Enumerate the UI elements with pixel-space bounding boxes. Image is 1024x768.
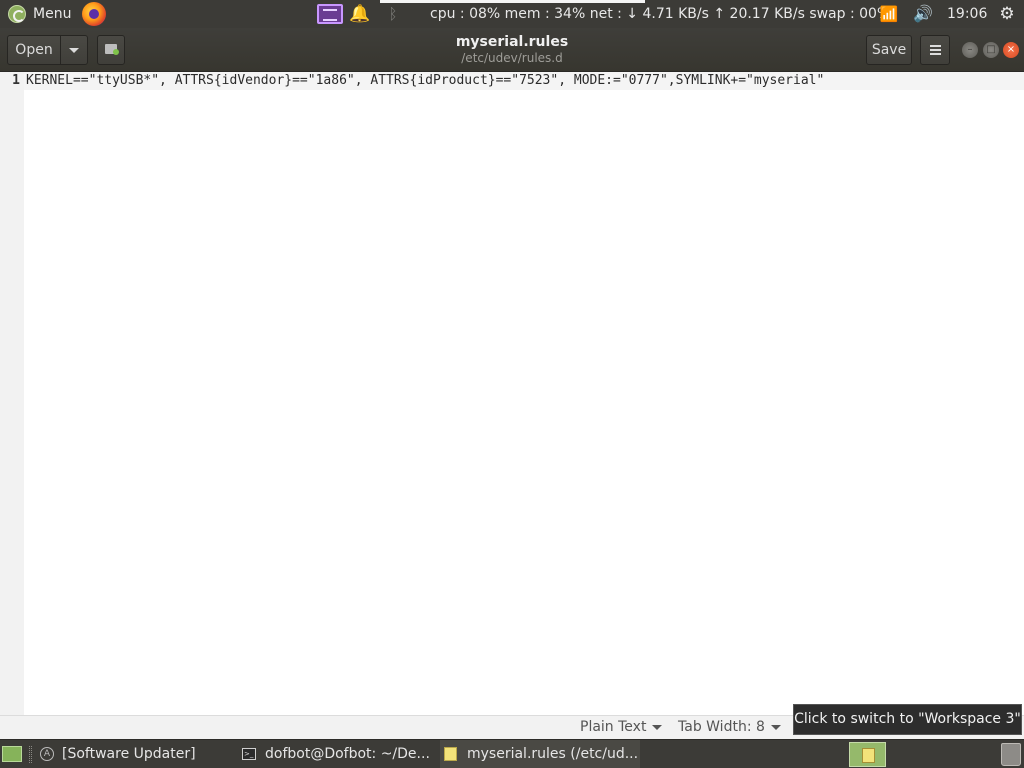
text-editor-view[interactable]: 1 KERNEL=="ttyUSB*", ATTRS{idVendor}=="1… xyxy=(0,72,1024,715)
clock[interactable]: 19:06 xyxy=(947,0,987,28)
taskbar-item-software-updater[interactable]: [Software Updater] xyxy=(62,740,232,768)
hamburger-menu-icon xyxy=(930,45,941,55)
line-number-gutter: 1 xyxy=(0,72,24,715)
language-selector[interactable]: Plain Text xyxy=(580,716,663,739)
taskbar-item-label: myserial.rules (/etc/ud... xyxy=(467,746,639,762)
save-button[interactable]: Save xyxy=(866,35,912,65)
text-editor-icon xyxy=(444,747,457,761)
document-title: myserial.rules xyxy=(455,34,569,50)
line-number: 1 xyxy=(12,73,20,88)
trash-icon[interactable] xyxy=(1001,743,1021,766)
language-label: Plain Text xyxy=(580,719,647,735)
close-icon: × xyxy=(1006,44,1016,55)
ubuntu-mate-logo-icon xyxy=(8,5,26,23)
open-recent-dropdown-button[interactable] xyxy=(60,35,88,65)
bell-icon[interactable]: 🔔 xyxy=(349,0,371,28)
power-icon[interactable]: ⚙ xyxy=(996,0,1018,28)
workspace-3-button[interactable] xyxy=(849,742,886,767)
maximize-button[interactable]: □ xyxy=(983,42,999,58)
show-desktop-icon[interactable] xyxy=(2,746,22,762)
chevron-down-icon xyxy=(69,47,79,53)
tab-width-selector[interactable]: Tab Width: 8 xyxy=(678,716,781,739)
wifi-icon[interactable]: 📶 xyxy=(877,0,901,28)
new-tab-icon xyxy=(105,44,119,55)
chevron-down-icon xyxy=(770,724,781,730)
terminal-icon: >_ xyxy=(242,748,256,760)
main-menu-label: Menu xyxy=(33,6,72,22)
system-monitor-readout[interactable]: cpu : 08% mem : 34% net : ↓ 4.71 KB/s ↑ … xyxy=(430,0,890,28)
tab-width-label: Tab Width: 8 xyxy=(678,719,765,735)
chevron-down-icon xyxy=(652,724,663,730)
panel-handle[interactable] xyxy=(29,746,32,763)
maximize-icon: □ xyxy=(986,44,996,55)
close-button[interactable]: × xyxy=(1003,42,1019,58)
workspace-tooltip: Click to switch to "Workspace 3" xyxy=(793,704,1022,735)
top-panel: Menu 🔔 ᛒ cpu : 08% mem : 34% net : ↓ 4.7… xyxy=(0,0,1024,28)
volume-icon[interactable]: 🔊 xyxy=(911,0,935,28)
workspace-switcher-icon[interactable] xyxy=(317,4,343,24)
taskbar-item-text-editor[interactable]: myserial.rules (/etc/ud... xyxy=(440,740,640,768)
software-updater-icon: A xyxy=(40,747,54,761)
bottom-panel: A [Software Updater] >_ dofbot@Dofbot: ~… xyxy=(0,739,1024,768)
minimize-button[interactable]: – xyxy=(962,42,978,58)
new-document-button[interactable] xyxy=(97,35,125,65)
app-menu-button[interactable] xyxy=(920,35,950,65)
firefox-icon[interactable] xyxy=(82,2,106,26)
open-button[interactable]: Open xyxy=(7,35,61,65)
taskbar-item-terminal[interactable]: >_ dofbot@Dofbot: ~/De... xyxy=(240,740,436,768)
editor-header-bar: Open myserial.rules /etc/udev/rules.d Sa… xyxy=(0,28,1024,72)
bluetooth-icon[interactable]: ᛒ xyxy=(384,0,402,28)
taskbar-item-label: dofbot@Dofbot: ~/De... xyxy=(265,746,430,762)
editor-text-line[interactable]: KERNEL=="ttyUSB*", ATTRS{idVendor}=="1a8… xyxy=(26,72,824,90)
document-path: /etc/udev/rules.d xyxy=(461,51,563,65)
main-menu-button[interactable]: Menu xyxy=(4,0,74,28)
minimize-icon: – xyxy=(967,44,973,55)
